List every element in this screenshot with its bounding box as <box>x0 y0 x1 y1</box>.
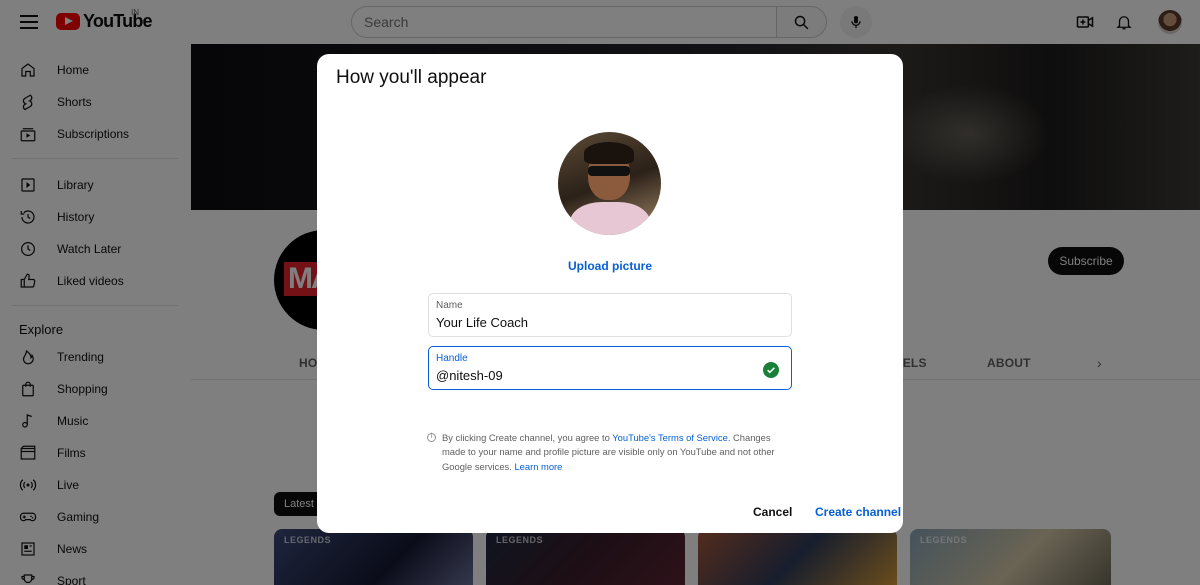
handle-field[interactable]: Handle @nitesh-09 <box>428 346 792 390</box>
learn-more-link[interactable]: Learn more <box>514 461 562 472</box>
profile-picture <box>558 132 661 235</box>
info-icon: i <box>427 433 436 442</box>
upload-picture-link[interactable]: Upload picture <box>317 259 903 273</box>
name-field-label: Name <box>436 300 463 311</box>
create-channel-button[interactable]: Create channel <box>815 505 901 519</box>
handle-field-label: Handle <box>436 353 468 364</box>
terms-of-service-link[interactable]: YouTube's Terms of Service <box>612 432 728 443</box>
dialog-title: How you'll appear <box>336 67 487 88</box>
cancel-button[interactable]: Cancel <box>753 505 792 519</box>
check-circle-icon <box>763 362 779 378</box>
name-field-value[interactable]: Your Life Coach <box>436 315 528 330</box>
handle-field-value[interactable]: @nitesh-09 <box>436 368 503 383</box>
terms-disclaimer: i By clicking Create channel, you agree … <box>427 431 788 474</box>
name-field[interactable]: Name Your Life Coach <box>428 293 792 337</box>
create-channel-dialog: How you'll appear Upload picture Name Yo… <box>317 54 903 533</box>
disclaimer-prefix: By clicking Create channel, you agree to <box>442 432 613 443</box>
